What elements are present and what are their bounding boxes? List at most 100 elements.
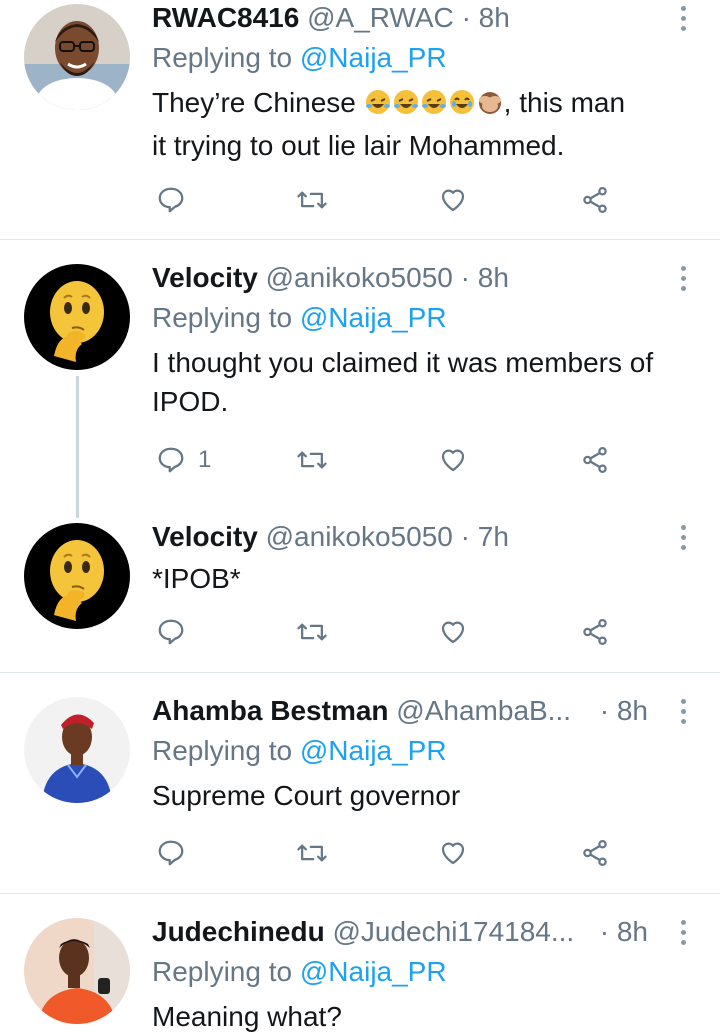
avatar[interactable] [24, 918, 130, 1024]
display-name[interactable]: Velocity [152, 262, 258, 293]
tweet-header: Velocity @anikoko5050 · 7h [152, 519, 509, 555]
rolling-on-floor-laughing-icon [364, 87, 392, 126]
avatar[interactable] [24, 523, 130, 629]
reply-button[interactable] [156, 833, 198, 873]
divider [0, 893, 720, 894]
tweet-velocity-1[interactable]: Velocity @anikoko5050 · 8h Replying to @… [0, 260, 720, 500]
retweet-button[interactable] [296, 180, 328, 220]
more-options-icon[interactable] [676, 693, 690, 729]
display-name[interactable]: Velocity [152, 521, 258, 552]
reply-icon [158, 187, 184, 213]
tweet-text: Supreme Court governor [152, 780, 461, 811]
reply-icon [158, 619, 184, 645]
reply-button[interactable] [156, 180, 198, 220]
timestamp[interactable]: · 8h [600, 693, 648, 729]
user-handle[interactable]: @Judechi174184... [332, 916, 574, 947]
tweet-header: RWAC8416 @A_RWAC · 8h [152, 0, 510, 36]
tweet-rwac8416[interactable]: RWAC8416 @A_RWAC · 8h Replying to @Naija… [0, 0, 720, 240]
reply-icon [158, 840, 184, 866]
more-options-icon[interactable] [676, 260, 690, 296]
more-options-icon[interactable] [676, 519, 690, 555]
mention-link[interactable]: @Naija_PR [300, 302, 447, 333]
tweet-ahamba-bestman[interactable]: Ahamba Bestman @AhambaB... · 8h Replying… [0, 693, 720, 893]
like-button[interactable] [438, 612, 468, 652]
avatar-man-glasses-image [24, 4, 130, 110]
replying-prefix: Replying to [152, 42, 300, 73]
avatar[interactable] [24, 4, 130, 110]
avatar[interactable] [24, 264, 130, 370]
rolling-on-floor-laughing-icon [392, 87, 420, 126]
tweet-text: They’re Chinese , this man it trying to … [152, 83, 697, 165]
share-button[interactable] [580, 180, 610, 220]
tweet-actions: 1 [152, 440, 632, 480]
tweet-judechinedu[interactable]: Judechinedu @Judechi174184... · 8h Reply… [0, 914, 720, 1032]
retweet-button[interactable] [296, 440, 328, 480]
replying-to: Replying to @Naija_PR [152, 733, 447, 769]
share-button[interactable] [580, 612, 610, 652]
timestamp[interactable]: · 8h [462, 2, 510, 33]
tweet-text-line2: it trying to out lie lair Mohammed. [152, 130, 565, 161]
timestamp[interactable]: · 8h [461, 262, 509, 293]
avatar[interactable] [24, 697, 130, 803]
share-icon [583, 447, 607, 473]
tweet-text-part1: They’re Chinese [152, 87, 364, 118]
display-name[interactable]: Ahamba Bestman [152, 695, 389, 726]
share-button[interactable] [580, 440, 610, 480]
face-with-tears-of-joy-icon [448, 87, 476, 126]
reply-button[interactable]: 1 [156, 440, 211, 480]
timestamp[interactable]: · 7h [461, 521, 509, 552]
user-handle[interactable]: @A_RWAC [307, 2, 454, 33]
retweet-icon [297, 623, 327, 641]
divider [0, 239, 720, 240]
tweet-text: Meaning what? [152, 1001, 342, 1032]
avatar-man-blue-outfit-image [24, 697, 130, 803]
more-options-icon[interactable] [676, 0, 690, 36]
retweet-icon [297, 451, 327, 469]
heart-icon [441, 621, 465, 644]
retweet-button[interactable] [296, 833, 328, 873]
share-icon [583, 619, 607, 645]
tweet-header: Judechinedu @Judechi174184... [152, 914, 574, 950]
user-handle[interactable]: @anikoko5050 [266, 262, 453, 293]
mention-link[interactable]: @Naija_PR [300, 42, 447, 73]
tweet-text-part2: , this man [503, 87, 626, 118]
like-button[interactable] [438, 440, 468, 480]
display-name[interactable]: Judechinedu [152, 916, 325, 947]
replying-prefix: Replying to [152, 956, 300, 987]
like-button[interactable] [438, 833, 468, 873]
tweet-velocity-2[interactable]: Velocity @anikoko5050 · 7h *IPOB* [0, 519, 720, 671]
retweet-button[interactable] [296, 612, 328, 652]
share-icon [583, 187, 607, 213]
user-handle[interactable]: @AhambaB... [396, 695, 571, 726]
tweet-header: Ahamba Bestman @AhambaB... [152, 693, 571, 729]
heart-icon [441, 449, 465, 472]
reply-icon [158, 447, 184, 473]
share-button[interactable] [580, 833, 610, 873]
avatar-man-orange-shirt-image [24, 918, 130, 1024]
reply-count: 1 [198, 446, 212, 473]
mention-link[interactable]: @Naija_PR [300, 735, 447, 766]
tweet-actions [152, 612, 632, 652]
reply-button[interactable] [156, 612, 198, 652]
retweet-icon [297, 844, 327, 862]
tweet-text: I thought you claimed it was members of … [152, 347, 654, 417]
heart-icon [441, 842, 465, 865]
display-name[interactable]: RWAC8416 [152, 2, 299, 33]
tweet-header: Velocity @anikoko5050 · 8h [152, 260, 509, 296]
avatar-thinking-emoji-image [24, 264, 130, 370]
see-no-evil-monkey-icon [476, 87, 504, 126]
replying-to: Replying to @Naija_PR [152, 300, 447, 336]
replying-to: Replying to @Naija_PR [152, 40, 447, 76]
like-button[interactable] [438, 180, 468, 220]
timestamp[interactable]: · 8h [600, 914, 648, 950]
mention-link[interactable]: @Naija_PR [300, 956, 447, 987]
retweet-icon [297, 191, 327, 209]
share-icon [583, 840, 607, 866]
user-handle[interactable]: @anikoko5050 [266, 521, 453, 552]
tweet-actions [152, 180, 632, 220]
tweet-actions [152, 833, 632, 873]
more-options-icon[interactable] [676, 914, 690, 950]
replying-prefix: Replying to [152, 302, 300, 333]
divider [0, 672, 720, 673]
heart-icon [441, 189, 465, 212]
